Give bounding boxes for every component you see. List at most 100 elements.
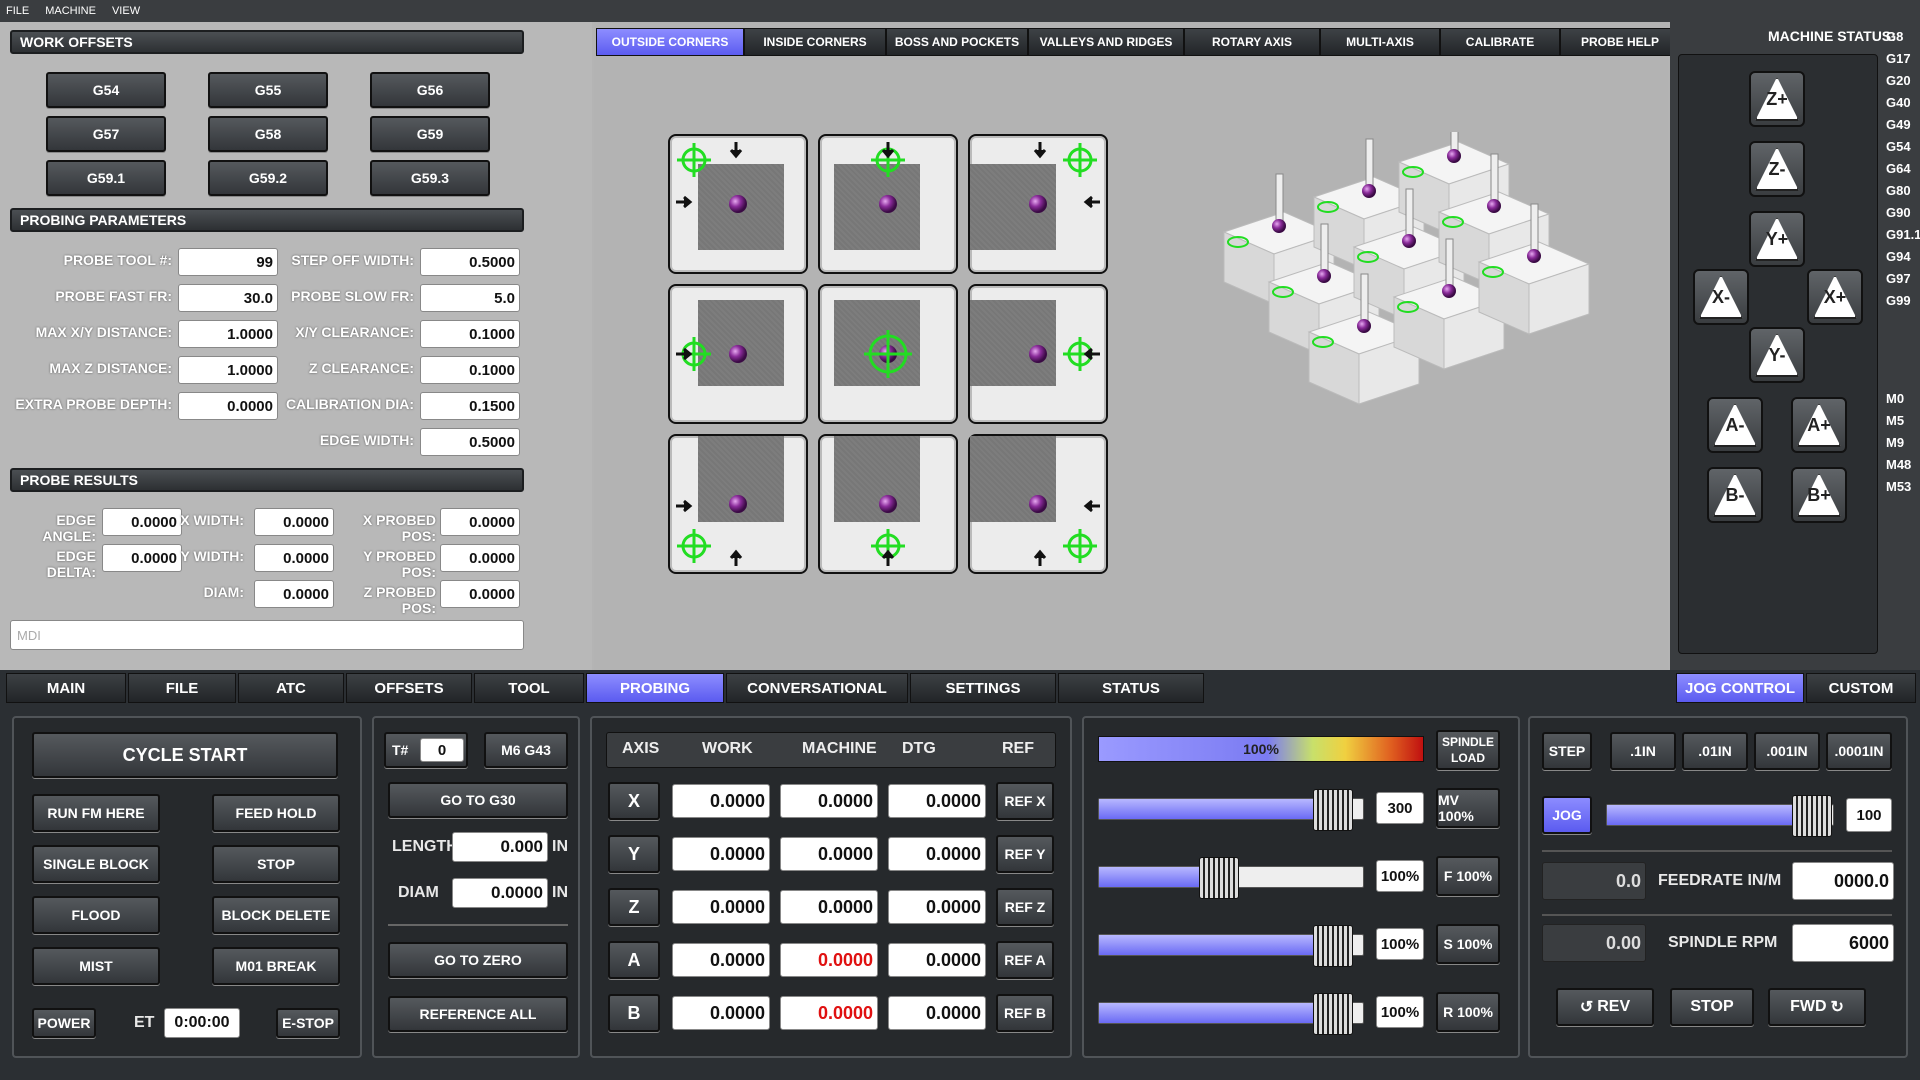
work-a-field[interactable]: 0.0000 [672,943,770,977]
mdi-input[interactable]: MDI [10,620,524,650]
run-fm-here-button[interactable]: RUN FM HERE [32,794,160,832]
jog-z-minus-button[interactable]: Z- [1749,141,1805,197]
offset-g59-1-button[interactable]: G59.1 [46,160,166,196]
tab-inside-corners[interactable]: INSIDE CORNERS [744,28,886,56]
jog-b-minus-button[interactable]: B- [1707,467,1763,523]
param-max-z-distance-field[interactable]: 1.0000 [178,356,278,384]
stop-button[interactable]: STOP [212,845,340,883]
jog-y-minusplus-button[interactable]: Y+ [1749,211,1805,267]
main-tab-conversational[interactable]: CONVERSATIONAL [726,673,908,703]
ref-y-button[interactable]: REF Y [996,835,1054,873]
cycle-start-button[interactable]: CYCLE START [32,732,338,778]
ref-a-button[interactable]: REF A [996,941,1054,979]
tab-probe-help[interactable]: PROBE HELP [1560,28,1680,56]
e-stop-button[interactable]: E-STOP [276,1008,340,1038]
increment-1in-button[interactable]: .1IN [1610,732,1676,770]
jog-b-minusplus-button[interactable]: B+ [1791,467,1847,523]
offset-g55-button[interactable]: G55 [208,72,328,108]
main-tab-probing[interactable]: PROBING [586,673,724,703]
jog-y-minus-button[interactable]: Y- [1749,327,1805,383]
increment-001in-button[interactable]: .001IN [1754,732,1820,770]
override-s-100-button[interactable]: S 100% [1436,924,1500,964]
tab-rotary-axis[interactable]: ROTARY AXIS [1184,28,1320,56]
override-slider[interactable] [1098,857,1364,899]
corner-tile[interactable] [668,134,808,274]
override-slider[interactable] [1098,993,1364,1035]
param-step-off-width-field[interactable]: 0.5000 [420,248,520,276]
single-block-button[interactable]: SINGLE BLOCK [32,845,160,883]
slider-knob[interactable] [1313,925,1354,967]
offset-g56-button[interactable]: G56 [370,72,490,108]
main-tab-main[interactable]: MAIN [6,673,126,703]
ref-x-button[interactable]: REF X [996,782,1054,820]
step-button[interactable]: STEP [1542,732,1592,770]
jog-speed-slider[interactable] [1606,795,1834,837]
jog-z-minusplus-button[interactable]: Z+ [1749,71,1805,127]
jog-button[interactable]: JOG [1542,796,1592,834]
corner-tile[interactable] [968,434,1108,574]
corner-tile[interactable] [668,434,808,574]
override-slider[interactable] [1098,925,1364,967]
slider-knob[interactable] [1198,857,1239,899]
tool-number-field[interactable]: 0 [420,738,464,762]
block-delete-button[interactable]: BLOCK DELETE [212,896,340,934]
jog-x-minus-button[interactable]: X- [1693,269,1749,325]
ref-b-button[interactable]: REF B [996,994,1054,1032]
increment-0001in-button[interactable]: .0001IN [1826,732,1892,770]
corner-tile[interactable] [818,134,958,274]
spindle-stop-button[interactable]: STOP [1670,988,1754,1026]
tab-jog-control[interactable]: JOG CONTROL [1676,673,1804,703]
spindle-rev-button[interactable]: ↺ REV [1556,988,1654,1026]
jog-a-minus-button[interactable]: A- [1707,397,1763,453]
tool-diam-field[interactable]: 0.0000 [452,878,548,908]
feedrate-set-field[interactable]: 0000.0 [1792,862,1894,900]
corner-tile[interactable] [668,284,808,424]
param-edge-width-field[interactable]: 0.5000 [420,428,520,456]
offset-g59-3-button[interactable]: G59.3 [370,160,490,196]
param-calibration-dia-field[interactable]: 0.1500 [420,392,520,420]
override-slider[interactable] [1098,789,1364,831]
jog-x-minusplus-button[interactable]: X+ [1807,269,1863,325]
main-tab-tool[interactable]: TOOL [474,673,584,703]
tool-length-field[interactable]: 0.000 [452,832,548,862]
override-mv-100-button[interactable]: MV 100% [1436,788,1500,828]
menu-file[interactable]: FILE [6,5,29,17]
jog-a-minusplus-button[interactable]: A+ [1791,397,1847,453]
go-to-zero-button[interactable]: GO TO ZERO [388,942,568,978]
tab-calibrate[interactable]: CALIBRATE [1440,28,1560,56]
slider-knob[interactable] [1313,993,1354,1035]
spindle-fwd-button[interactable]: FWD ↻ [1768,988,1866,1026]
tab-boss-and-pockets[interactable]: BOSS AND POCKETS [886,28,1028,56]
m6-g43-button[interactable]: M6 G43 [484,732,568,768]
param-probe-slow-fr-field[interactable]: 5.0 [420,284,520,312]
offset-g58-button[interactable]: G58 [208,116,328,152]
power-button[interactable]: POWER [32,1008,96,1038]
m01-break-button[interactable]: M01 BREAK [212,947,340,985]
work-x-field[interactable]: 0.0000 [672,784,770,818]
param-z-clearance-field[interactable]: 0.1000 [420,356,520,384]
tab-multi-axis[interactable]: MULTI-AXIS [1320,28,1440,56]
tab-outside-corners[interactable]: OUTSIDE CORNERS [596,28,744,56]
corner-tile[interactable] [968,134,1108,274]
reference-all-button[interactable]: REFERENCE ALL [388,996,568,1032]
main-tab-offsets[interactable]: OFFSETS [346,673,472,703]
increment-01in-button[interactable]: .01IN [1682,732,1748,770]
main-tab-atc[interactable]: ATC [238,673,344,703]
feed-hold-button[interactable]: FEED HOLD [212,794,340,832]
main-tab-file[interactable]: FILE [128,673,236,703]
work-z-field[interactable]: 0.0000 [672,890,770,924]
slider-knob[interactable] [1792,795,1833,837]
tab-valleys-and-ridges[interactable]: VALLEYS AND RIDGES [1028,28,1184,56]
corner-tile[interactable] [818,284,958,424]
param-x-y-clearance-field[interactable]: 0.1000 [420,320,520,348]
corner-tile[interactable] [818,434,958,574]
override-r-100-button[interactable]: R 100% [1436,992,1500,1032]
mist-button[interactable]: MIST [32,947,160,985]
go-to-g30-button[interactable]: GO TO G30 [388,782,568,818]
param-probe-tool-field[interactable]: 99 [178,248,278,276]
offset-g57-button[interactable]: G57 [46,116,166,152]
override-f-100-button[interactable]: F 100% [1436,856,1500,896]
slider-knob[interactable] [1313,789,1354,831]
offset-g59-button[interactable]: G59 [370,116,490,152]
offset-g54-button[interactable]: G54 [46,72,166,108]
